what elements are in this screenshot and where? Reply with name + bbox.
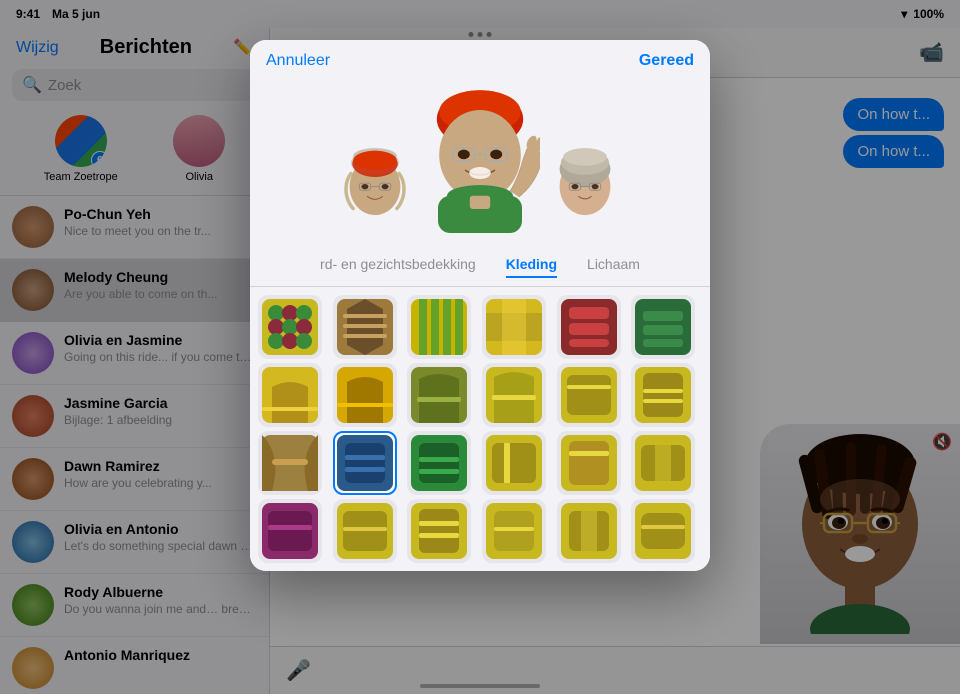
memoji-preview-row [250, 78, 710, 248]
clothing-item-1[interactable] [258, 295, 322, 359]
clothing-item-14[interactable] [333, 431, 397, 495]
clothing-item-7[interactable] [258, 363, 322, 427]
done-button[interactable]: Gereed [639, 52, 694, 70]
modal-overlay[interactable]: Annuleer Gereed [0, 0, 960, 694]
clothing-item-11[interactable] [557, 363, 621, 427]
tab-hoofddekking[interactable]: rd- en gezichtsbedekking [320, 256, 476, 278]
ipad-screen: 9:41 Ma 5 jun ▾ 100% Wijzig Berichten ✏️… [0, 0, 960, 694]
clothing-item-23[interactable] [557, 499, 621, 563]
memoji-preview-left [340, 146, 410, 236]
clothing-item-24[interactable] [631, 499, 695, 563]
clothing-item-8[interactable] [333, 363, 397, 427]
clothing-item-17[interactable] [557, 431, 621, 495]
clothing-item-20[interactable] [333, 499, 397, 563]
home-indicator [420, 684, 540, 688]
tab-lichaam[interactable]: Lichaam [587, 256, 640, 278]
clothing-item-2[interactable] [333, 295, 397, 359]
clothing-item-18[interactable] [631, 431, 695, 495]
clothing-item-16[interactable] [482, 431, 546, 495]
clothing-item-6[interactable] [631, 295, 695, 359]
clothing-item-4[interactable] [482, 295, 546, 359]
memoji-editor-modal: Annuleer Gereed [250, 40, 710, 571]
cancel-button[interactable]: Annuleer [266, 52, 330, 70]
category-tabs: rd- en gezichtsbedekking Kleding Lichaam [250, 248, 710, 287]
modal-topbar: Annuleer Gereed [250, 40, 710, 78]
clothing-item-22[interactable] [482, 499, 546, 563]
clothing-item-13[interactable] [258, 431, 322, 495]
clothing-item-9[interactable] [407, 363, 471, 427]
clothing-item-19[interactable] [258, 499, 322, 563]
memoji-preview-main [420, 86, 540, 236]
clothing-item-15[interactable] [407, 431, 471, 495]
clothing-item-21[interactable] [407, 499, 471, 563]
clothing-grid [250, 287, 710, 571]
tab-kleding[interactable]: Kleding [506, 256, 557, 278]
clothing-item-12[interactable] [631, 363, 695, 427]
clothing-item-3[interactable] [407, 295, 471, 359]
clothing-item-5[interactable] [557, 295, 621, 359]
memoji-preview-right [550, 146, 620, 236]
clothing-item-10[interactable] [482, 363, 546, 427]
